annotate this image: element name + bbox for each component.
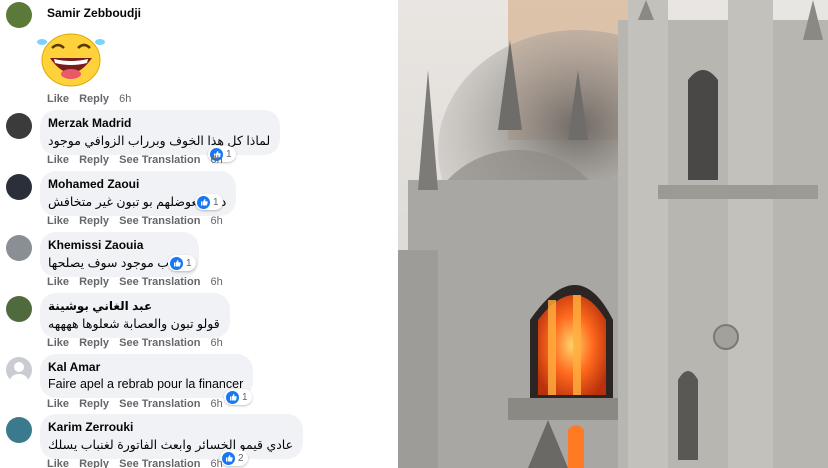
reply-link[interactable]: Reply	[79, 276, 109, 288]
comment-text: لماذا كل هذا الخوف وبرراب الزوافي موجود	[48, 134, 271, 148]
see-translation-link[interactable]: See Translation	[119, 276, 200, 288]
avatar[interactable]	[6, 174, 32, 200]
comment-thread: Samir Zebboudji Like Reply 6h Merzak Mad…	[0, 0, 398, 468]
comment-author[interactable]: Karim Zerrouki	[48, 420, 293, 434]
comment-actions: Like Reply See Translation 6h	[47, 458, 230, 468]
like-link[interactable]: Like	[47, 276, 69, 288]
thumbs-up-icon	[170, 256, 183, 270]
comment-text: عادي قيمو الخسائر وابعث الفاتورة لغنباب …	[48, 438, 294, 452]
comment-author[interactable]: Merzak Madrid	[48, 116, 270, 130]
comment-bubble: Karim Zerrouki عادي قيمو الخسائر وابعث ا…	[40, 414, 304, 459]
comment-actions: Like Reply See Translation 6h	[47, 276, 230, 288]
reaction-number: 1	[242, 391, 248, 403]
comment-author[interactable]: Kal Amar	[48, 360, 243, 374]
timestamp[interactable]: 6h	[210, 276, 222, 288]
like-link[interactable]: Like	[47, 93, 69, 105]
reply-link[interactable]: Reply	[79, 93, 109, 105]
comment-author[interactable]: Samir Zebboudji	[47, 6, 141, 20]
like-link[interactable]: Like	[47, 215, 69, 227]
comment-actions: Like Reply See Translation 6h	[47, 154, 230, 166]
comment-actions: Like Reply See Translation 6h	[47, 398, 230, 410]
cathedral-fire-photo[interactable]	[398, 0, 828, 468]
avatar[interactable]	[6, 235, 32, 261]
comment-bubble: Merzak Madrid لماذا كل هذا الخوف وبرراب …	[40, 110, 281, 155]
comment-author[interactable]: عبد الغاني بوشينة	[48, 299, 220, 313]
timestamp[interactable]: 6h	[210, 337, 222, 349]
reaction-number: 2	[238, 452, 244, 464]
avatar[interactable]	[6, 113, 32, 139]
comment-bubble: Kal Amar Faire apel a rebrab pour la fin…	[40, 354, 254, 398]
avatar[interactable]	[6, 2, 32, 28]
laughing-sticker-icon	[37, 33, 105, 87]
see-translation-link[interactable]: See Translation	[119, 154, 200, 166]
reply-link[interactable]: Reply	[79, 337, 109, 349]
avatar[interactable]	[6, 417, 32, 443]
see-translation-link[interactable]: See Translation	[119, 337, 200, 349]
thumbs-up-icon	[197, 195, 210, 209]
reaction-count[interactable]: 1	[168, 255, 196, 271]
comment-author[interactable]: Khemissi Zaouia	[48, 238, 189, 252]
reaction-count[interactable]: 1	[195, 194, 223, 210]
reply-link[interactable]: Reply	[79, 154, 109, 166]
avatar[interactable]	[6, 296, 32, 322]
comment-actions: Like Reply See Translation 6h	[47, 337, 230, 349]
like-link[interactable]: Like	[47, 458, 69, 468]
see-translation-link[interactable]: See Translation	[119, 458, 200, 468]
comment-bubble: عبد الغاني بوشينة قولو تبون والعصابة شعل…	[40, 293, 230, 338]
comment-actions: Like Reply See Translation 6h	[47, 215, 230, 227]
comment-text: قولو تبون والعصابة شعلوها ههههه	[48, 317, 220, 331]
timestamp[interactable]: 6h	[119, 93, 131, 105]
see-translation-link[interactable]: See Translation	[119, 398, 200, 410]
like-link[interactable]: Like	[47, 154, 69, 166]
timestamp[interactable]: 6h	[210, 215, 222, 227]
like-link[interactable]: Like	[47, 398, 69, 410]
default-profile-icon	[10, 362, 28, 383]
timestamp[interactable]: 6h	[210, 398, 222, 410]
comment-text: Faire apel a rebrab pour la financer	[48, 377, 244, 391]
like-link[interactable]: Like	[47, 337, 69, 349]
comment-actions: Like Reply 6h	[47, 93, 138, 105]
cathedral-illustration	[398, 0, 828, 468]
avatar[interactable]	[6, 357, 32, 383]
reply-link[interactable]: Reply	[79, 398, 109, 410]
reaction-number: 1	[213, 196, 219, 208]
reply-link[interactable]: Reply	[79, 215, 109, 227]
reply-link[interactable]: Reply	[79, 458, 109, 468]
reaction-number: 1	[186, 257, 192, 269]
timestamp[interactable]: 6h	[210, 154, 222, 166]
see-translation-link[interactable]: See Translation	[119, 215, 200, 227]
timestamp[interactable]: 6h	[210, 458, 222, 468]
comment-author[interactable]: Mohamed Zaoui	[48, 177, 226, 191]
